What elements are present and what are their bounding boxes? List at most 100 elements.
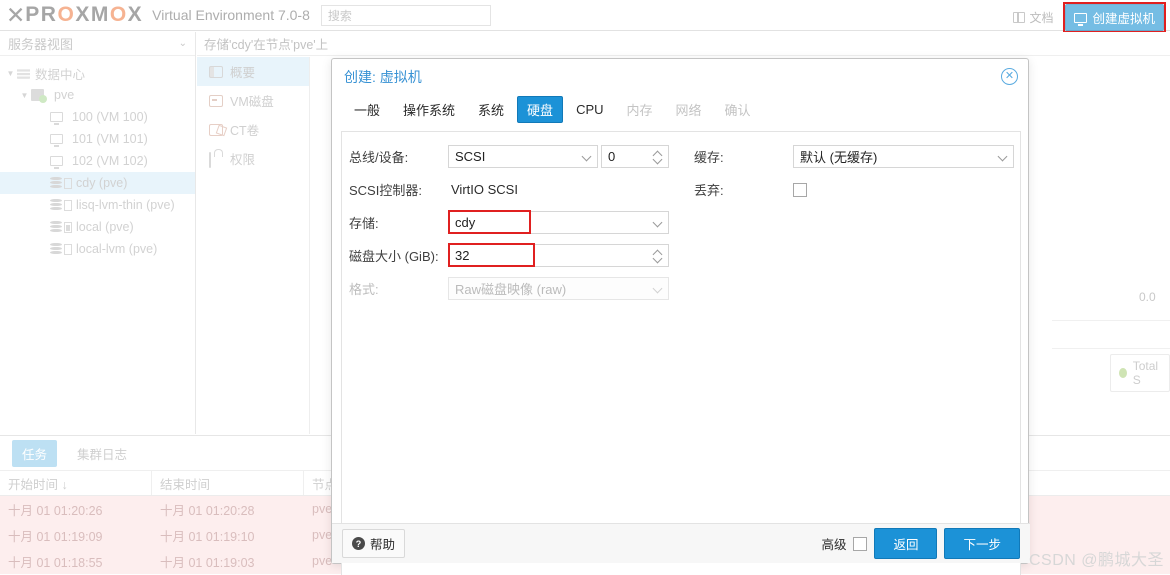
sidebar-item-storage-local-lvm[interactable]: local-lvm (pve) [0,238,195,260]
sidebar-item-label: local (pve) [76,220,134,234]
cell-start-time: 十月 01 01:20:26 [8,503,103,518]
disk-form-left-column: 总线/设备: SCSI 0 SCSI控制器: VirtIO SCSI 存储: c… [342,138,682,303]
sidebar-item-vm-102[interactable]: 102 (VM 102) [0,150,195,172]
next-button[interactable]: 下一步 [944,528,1020,559]
sidebar-item-label: 数据中心 [35,67,86,82]
sidebar-item-label: lisq-lvm-thin (pve) [76,198,175,212]
sidebar-item-label: 101 (VM 101) [72,132,148,146]
task-tab-cluster-log[interactable]: 集群日志 [67,440,137,467]
book-icon [1013,12,1026,23]
storage-icon [50,199,62,211]
chevron-down-icon[interactable]: ⌄ [179,38,187,49]
sidebar-item-storage-lisq-lvm-thin[interactable]: lisq-lvm-thin (pve) [0,194,195,216]
node-icon [31,89,47,103]
container-volume-icon [209,123,223,136]
sidebar-item-pve[interactable]: ▼ pve [0,84,195,106]
storage-icon [50,221,62,233]
product-label: Virtual Environment 7.0-8 [152,7,310,23]
tab-system[interactable]: 系统 [468,96,514,123]
chevron-down-icon[interactable] [652,217,663,228]
sidebar-item-storage-local[interactable]: local (pve) [0,216,195,238]
watermark: CSDN @鹏城大圣 [1028,552,1164,569]
field-row-disk-size: 磁盘大小 (GiB): 32 [342,241,682,270]
spinner-arrows-icon[interactable] [653,249,662,264]
scsi-controller-value: VirtIO SCSI [451,182,518,197]
chevron-down-icon[interactable] [581,151,592,162]
nav-tab-permissions[interactable]: 权限 [197,144,309,173]
dialog-title: 创建: 虚拟机 [344,68,422,85]
tab-confirm: 确认 [724,102,751,118]
storage-icon [50,243,62,255]
back-button[interactable]: 返回 [874,528,938,559]
spinner-arrows-icon[interactable] [653,150,662,165]
sidebar-item-vm-100[interactable]: 100 (VM 100) [0,106,195,128]
cell-start-time: 十月 01 01:19:09 [8,529,103,544]
help-button[interactable]: ? 帮助 [342,529,406,558]
nav-tab-label: 权限 [230,153,256,167]
chart-gridline [1052,320,1170,321]
storage-select[interactable]: cdy [448,211,669,234]
nav-tab-summary[interactable]: 概要 [197,57,309,86]
advanced-checkbox[interactable] [853,536,868,551]
sidebar-item-label: pve [54,88,75,102]
usage-bar-icon [64,221,72,233]
field-row-format: 格式: Raw磁盘映像 (raw) [342,274,682,303]
close-icon[interactable]: ✕ [1001,68,1018,85]
search-input[interactable]: 搜索 [320,4,491,26]
sidebar-item-datacenter[interactable]: ▼ 数据中心 [0,62,195,84]
nav-tab-ct-volumes[interactable]: CT卷 [197,115,309,144]
chevron-down-icon[interactable] [997,151,1008,162]
tab-cpu[interactable]: CPU [566,98,613,121]
tab-os[interactable]: 操作系统 [393,96,465,123]
discard-checkbox[interactable] [793,182,807,197]
sidebar-item-label: 102 (VM 102) [72,154,148,168]
tab-general[interactable]: 一般 [344,96,390,123]
server-view-sidebar: 服务器视图 ⌄ ▼ 数据中心 ▼ pve 100 (VM 100) 101 (V… [0,32,196,434]
expand-arrow-icon[interactable]: ▼ [4,69,17,78]
tab-network: 网络 [675,102,702,118]
question-mark-icon: ? [352,537,365,550]
field-row-storage: 存储: cdy [342,208,682,237]
dialog-footer: ? 帮助 高级 返回 下一步 [332,523,1030,563]
documentation-button[interactable]: 文档 [1007,6,1059,29]
dialog-body: 总线/设备: SCSI 0 SCSI控制器: VirtIO SCSI 存储: c… [341,131,1021,575]
column-header-end-time[interactable]: 结束时间 [152,471,304,495]
tab-memory: 内存 [626,102,653,118]
task-tab-tasks[interactable]: 任务 [12,439,58,467]
bus-device-index-stepper[interactable]: 0 [601,145,669,168]
sidebar-item-storage-cdy[interactable]: cdy (pve) [0,172,195,194]
dialog-tab-bar: 一般 操作系统 系统 硬盘 CPU 内存 网络 确认 [332,94,1028,124]
column-header-start-time[interactable]: 开始时间 ↓ [0,471,152,495]
datacenter-icon [17,67,30,79]
chart-gridline [1052,348,1170,349]
disk-size-label: 磁盘大小 (GiB): [349,249,439,264]
storage-label: 存储: [349,216,379,231]
tab-hard-disk[interactable]: 硬盘 [517,95,564,123]
nav-tab-label: 概要 [230,66,256,80]
server-view-label: 服务器视图 [8,37,74,52]
nav-tab-vm-disks[interactable]: VM磁盘 [197,86,309,115]
sidebar-item-label: cdy (pve) [76,176,128,190]
server-view-header[interactable]: 服务器视图 ⌄ [0,32,195,56]
disk-size-stepper[interactable]: 32 [448,244,669,267]
help-label: 帮助 [370,538,396,552]
storage-value: cdy [455,215,476,230]
create-vm-label: 创建虚拟机 [1092,12,1155,26]
field-row-cache: 缓存: 默认 (无缓存) [687,142,1022,171]
expand-arrow-icon[interactable]: ▼ [18,91,31,100]
cache-select[interactable]: 默认 (无缓存) [793,145,1014,168]
advanced-label: 高级 [821,538,847,552]
nav-tab-label: CT卷 [230,124,260,138]
vm-icon [50,112,63,125]
cell-end-time: 十月 01 01:19:03 [160,555,255,570]
monitor-icon [1074,12,1088,26]
top-bar: ✕ PROXMOX Virtual Environment 7.0-8 搜索 文… [0,0,1170,33]
legend-label: Total S [1132,359,1159,387]
usage-bar-icon [64,243,72,255]
create-vm-button[interactable]: 创建虚拟机 [1065,4,1164,31]
cell-start-time: 十月 01 01:18:55 [8,555,103,570]
cell-end-time: 十月 01 01:19:10 [160,529,255,544]
sidebar-item-vm-101[interactable]: 101 (VM 101) [0,128,195,150]
bus-device-select[interactable]: SCSI [448,145,598,168]
field-row-bus-device: 总线/设备: SCSI 0 [342,142,682,171]
